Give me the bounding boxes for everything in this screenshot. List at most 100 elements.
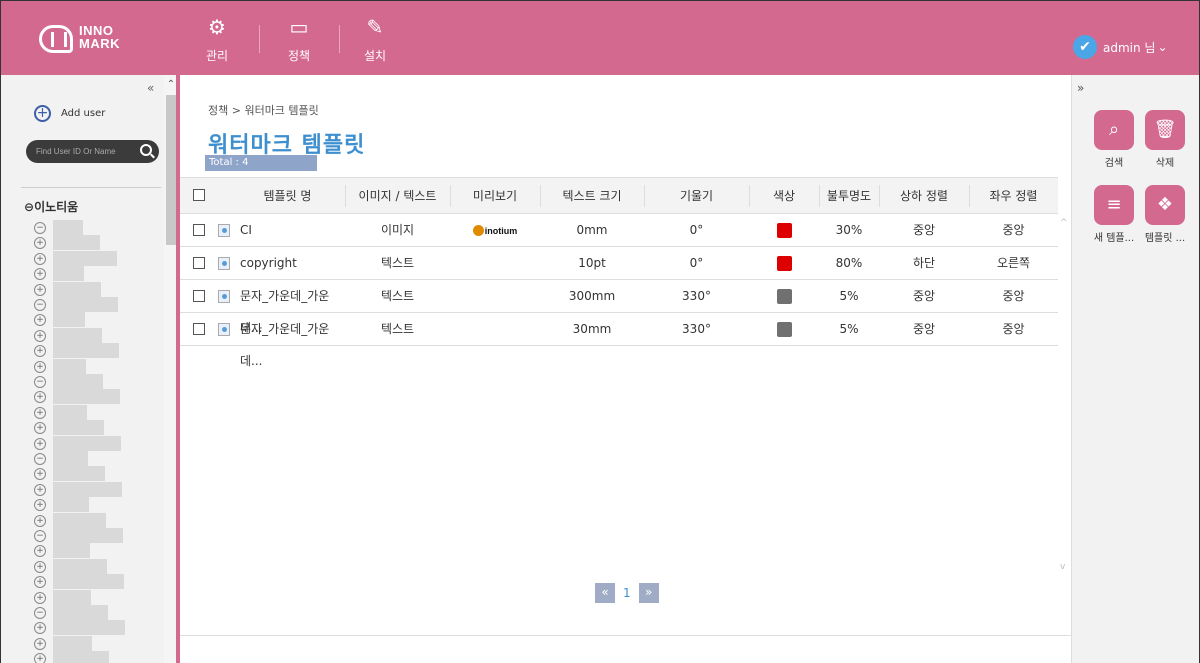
scroll-up-icon[interactable]: ^ [1060, 218, 1068, 228]
tree-node-toggle-icon[interactable]: + [34, 484, 46, 496]
tree-node-label-redacted [53, 297, 118, 312]
add-user-button[interactable]: + Add user [34, 105, 105, 122]
template-label: 템플릿 ... [1144, 233, 1186, 244]
add-list-icon: ≡ [1106, 194, 1122, 215]
tree-node-label-redacted [53, 343, 119, 358]
tree-node-label-redacted [53, 559, 107, 574]
tree-node-toggle-icon[interactable]: + [34, 576, 46, 588]
tree-node-toggle-icon[interactable]: + [34, 253, 46, 265]
menu-manage[interactable]: ⚙ 관리 [197, 15, 237, 65]
col-header-tilt[interactable]: 기울기 [644, 178, 749, 215]
table-row[interactable]: CI 이미지 inotium 0mm 0° 30% 중앙 중앙 [180, 214, 1058, 247]
innomark-logo[interactable]: INNO MARK [39, 23, 139, 55]
tree-node-label-redacted [53, 513, 106, 528]
tree-node-toggle-icon[interactable]: − [34, 299, 46, 311]
cell-type: 텍스트 [380, 256, 415, 270]
tree-node-toggle-icon[interactable]: + [34, 237, 46, 249]
table-scrollbar[interactable] [1058, 214, 1071, 576]
color-swatch [776, 322, 792, 337]
tree-node-toggle-icon[interactable]: + [34, 407, 46, 419]
table-row[interactable]: 문자_가운데_가운데... 텍스트 300mm 330° 5% 중앙 중앙 [180, 280, 1058, 335]
table-row[interactable]: 문자_가운데_가운데... 텍스트 30mm 330° 5% 중앙 중앙 [180, 313, 1058, 368]
left-scroll-thumb[interactable] [166, 95, 176, 245]
tree-node-label-redacted [53, 436, 121, 451]
select-all-checkbox[interactable] [193, 189, 205, 201]
col-header-preview[interactable]: 미리보기 [450, 178, 540, 215]
delete-button[interactable]: 🗑 [1145, 110, 1185, 150]
tree-node-label-redacted [53, 420, 104, 435]
inotium-logo: inotium [472, 215, 517, 247]
col-header-halign[interactable]: 좌우 정렬 [969, 178, 1058, 215]
menu-policy[interactable]: ▭ 정책 [279, 15, 319, 65]
tree-node-label-redacted [53, 405, 87, 420]
logo-text: INNO MARK [79, 23, 120, 51]
tree-node-toggle-icon[interactable]: + [34, 622, 46, 634]
col-header-name[interactable]: 템플릿 명 [230, 178, 345, 215]
tree-node-toggle-icon[interactable]: + [34, 515, 46, 527]
search-icon[interactable] [140, 144, 152, 156]
row-checkbox[interactable] [193, 323, 205, 335]
cell-name: copyright [240, 256, 297, 270]
col-header-text-size[interactable]: 텍스트 크기 [540, 178, 644, 215]
scroll-up-icon[interactable]: ⌃ [166, 79, 176, 90]
template-button[interactable]: ❖ [1145, 185, 1185, 225]
col-header-color[interactable]: 색상 [749, 178, 819, 215]
row-checkbox[interactable] [193, 290, 205, 302]
tree-root[interactable]: ⊖이노티움 [24, 198, 78, 215]
tree-node-toggle-icon[interactable]: + [34, 268, 46, 280]
cell-halign: 오른쪽 [996, 256, 1031, 270]
tree-node-label-redacted [53, 497, 89, 512]
tree-node-toggle-icon[interactable]: + [34, 438, 46, 450]
tree-node-toggle-icon[interactable]: + [34, 391, 46, 403]
template-file-icon [218, 257, 230, 270]
tree-node-toggle-icon[interactable]: + [34, 361, 46, 373]
menu-install[interactable]: ✎ 설치 [355, 15, 395, 65]
new-template-button[interactable]: ≡ [1094, 185, 1134, 225]
tree-node-toggle-icon[interactable]: − [34, 222, 46, 234]
search-button[interactable]: ⌕ [1094, 110, 1134, 150]
cell-tilt: 0° [689, 256, 704, 270]
collapse-left-icon[interactable]: « [147, 81, 154, 95]
tree-node-toggle-icon[interactable]: − [34, 607, 46, 619]
tree-node-toggle-icon[interactable]: + [34, 499, 46, 511]
col-header-opacity[interactable]: 불투명도 [819, 178, 879, 215]
tree-node-label-redacted [53, 266, 84, 281]
tree-node-toggle-icon[interactable]: + [34, 545, 46, 557]
tree-node-toggle-icon[interactable]: − [34, 376, 46, 388]
tree-node-toggle-icon[interactable]: + [34, 314, 46, 326]
tree-node-toggle-icon[interactable]: + [34, 345, 46, 357]
cell-color [749, 247, 819, 279]
user-menu[interactable]: ✔ admin 님 ⌄ [1073, 35, 1168, 59]
cell-valign: 중앙 [912, 322, 936, 336]
tree-node-toggle-icon[interactable]: − [34, 453, 46, 465]
cell-text-size: 10pt [578, 256, 606, 270]
tree-node-label-redacted [53, 590, 91, 605]
col-header-type[interactable]: 이미지 / 텍스트 [345, 178, 450, 215]
col-header-valign[interactable]: 상하 정렬 [879, 178, 969, 215]
tree-node-toggle-icon[interactable]: + [34, 653, 46, 663]
user-search-input[interactable] [36, 144, 136, 159]
tree-node-toggle-icon[interactable]: + [34, 422, 46, 434]
tree-node-toggle-icon[interactable]: + [34, 330, 46, 342]
trash-icon: 🗑 [1153, 119, 1177, 140]
tree-node-toggle-icon[interactable]: + [34, 638, 46, 650]
tree-node-toggle-icon[interactable]: − [34, 530, 46, 542]
collapse-node-icon[interactable]: ⊖ [24, 200, 34, 214]
collapse-right-icon[interactable]: » [1077, 81, 1084, 95]
next-page-button[interactable]: » [638, 583, 659, 603]
tree-node-toggle-icon[interactable]: + [34, 592, 46, 604]
cell-valign: 하단 [912, 256, 936, 270]
tree-node-label-redacted [53, 328, 102, 343]
prev-page-button[interactable]: « [595, 583, 615, 603]
scroll-down-icon[interactable]: v [1060, 562, 1065, 572]
tree-node-label-redacted [53, 543, 90, 558]
template-icon: ❖ [1156, 194, 1174, 215]
tree-node-toggle-icon[interactable]: + [34, 284, 46, 296]
row-checkbox[interactable] [193, 224, 205, 236]
table-row[interactable]: copyright 텍스트 10pt 0° 80% 하단 오른쪽 [180, 247, 1058, 280]
tree-node-toggle-icon[interactable]: + [34, 561, 46, 573]
page-number[interactable]: 1 [623, 586, 631, 600]
row-checkbox[interactable] [193, 257, 205, 269]
tree-node-toggle-icon[interactable]: + [34, 468, 46, 480]
tree-node-label-redacted [53, 282, 101, 297]
